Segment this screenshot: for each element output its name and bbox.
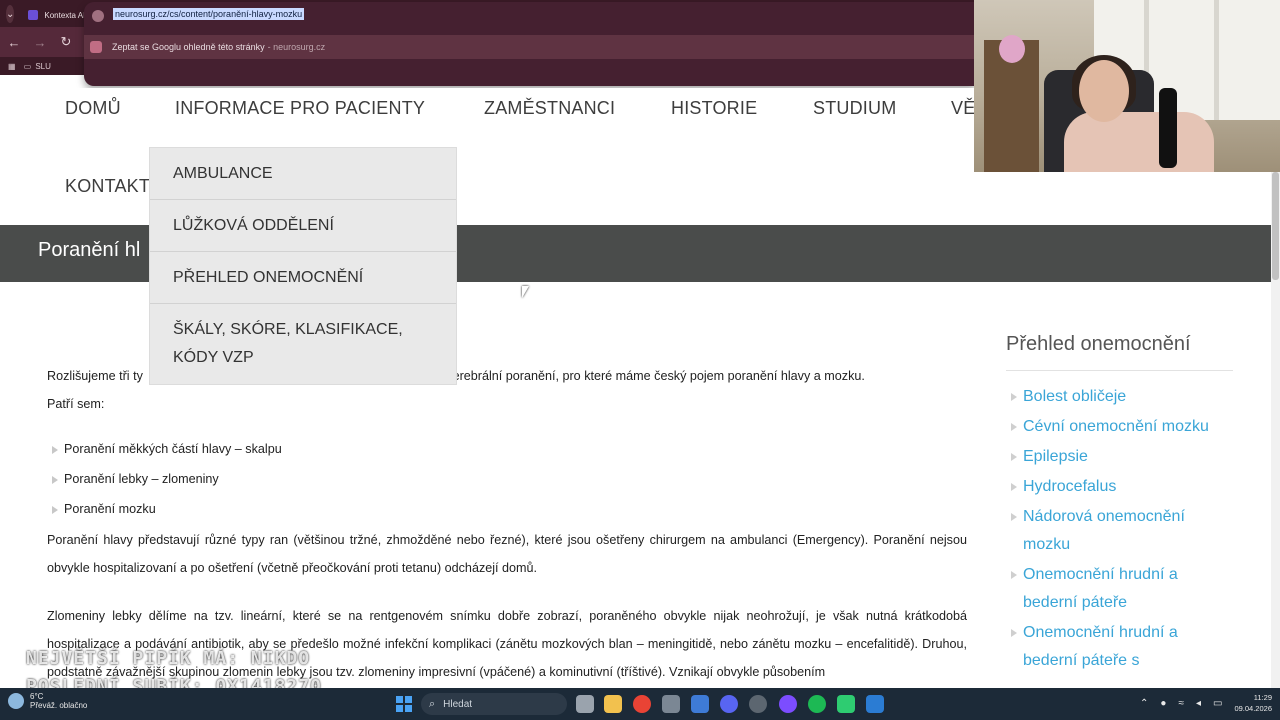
list-item: Poranění lebky – zlomeniny [47, 464, 967, 494]
microphone-icon[interactable]: ● [1160, 698, 1166, 709]
nav-contact[interactable]: KONTAKT [65, 176, 150, 197]
dropdown-diseases[interactable]: PŘEHLED ONEMOCNĚNÍ [150, 252, 456, 304]
intro-start: Rozlišujeme tři ty [47, 369, 143, 383]
taskbar-search[interactable]: ⌕ Hledat [421, 693, 567, 715]
windows-taskbar: 6°C Převáž. oblačno ⌕ Hledat ⌃ ● ≈ ◂ ▭ 1… [0, 688, 1280, 720]
weather-temp: 6°C [30, 692, 44, 701]
back-arrow-icon[interactable]: ← [2, 30, 26, 54]
app-icon[interactable] [837, 695, 855, 713]
address-bar-url[interactable]: neurosurg.cz/cs/content/poranění-hlavy-m… [113, 8, 305, 20]
site-info-icon[interactable] [92, 10, 104, 22]
battery-icon[interactable]: ▭ [1213, 698, 1222, 709]
weather-desc: Převáž. oblačno [30, 701, 88, 710]
intro-end: zev kraniocerebrální poranění, pro které… [388, 369, 865, 383]
apps-grid-icon[interactable]: ▦ [8, 62, 16, 71]
page-title: Poranění hl [38, 239, 141, 261]
diseases-sidebar: Přehled onemocnění Bolest obličeje Cévní… [1006, 333, 1233, 677]
reload-icon[interactable]: ↻ [54, 30, 78, 54]
volume-icon[interactable]: ◂ [1196, 698, 1201, 709]
sidebar-link-brain-tumors[interactable]: Nádorová onemocnění mozku [1006, 503, 1233, 559]
streamer-body [1064, 112, 1214, 172]
paragraph-head-injuries: Poranění hlavy představují různé typy ra… [47, 533, 967, 575]
chevron-up-icon[interactable]: ⌃ [1140, 698, 1148, 709]
omnibox-suggestion[interactable]: Zeptat se Googlu ohledně této stránky - … [84, 35, 975, 59]
webcam-overlay [974, 0, 1280, 172]
nav-home[interactable]: DOMŮ [65, 98, 121, 119]
tab-search-chevron-icon[interactable]: ⌄ [6, 5, 15, 23]
sidebar-link-cerebrovascular[interactable]: Cévní onemocnění mozku [1006, 413, 1233, 441]
dropdown-scales[interactable]: ŠKÁLY, SKÓRE, KLASIFIKACE, KÓDY VZP [150, 304, 456, 384]
word-icon[interactable] [866, 695, 884, 713]
microphone [1159, 88, 1177, 168]
clock[interactable]: 11:29 09.04.2026 [1234, 692, 1272, 714]
google-lens-icon [90, 41, 102, 53]
scrollbar-thumb[interactable] [1272, 172, 1279, 280]
chrome-icon[interactable] [633, 695, 651, 713]
suggestion-text: Zeptat se Googlu ohledně této stránky [112, 42, 265, 52]
weather-widget[interactable]: 6°C Převáž. oblačno [8, 692, 87, 710]
bookmark-folder-label: SLU [35, 61, 51, 71]
injury-types-list: Poranění měkkých částí hlavy – skalpu Po… [47, 434, 967, 524]
dropdown-wards[interactable]: LŮŽKOVÁ ODDĚLENÍ [150, 200, 456, 252]
sidebar-title: Přehled onemocnění [1006, 333, 1233, 371]
nav-history[interactable]: HISTORIE [671, 98, 757, 119]
paragraph-skull-fractures: Zlomeniny lebky dělíme na tzv. lineární,… [47, 609, 967, 679]
stream-overlay-line1: NEJVĚTŠÍ PIPÍK MÁ: NIKDO [26, 648, 311, 669]
clock-time: 11:29 [1253, 693, 1272, 702]
list-item: Poranění mozku [47, 494, 967, 524]
task-view-icon[interactable] [576, 695, 594, 713]
mouse-cursor-icon [522, 286, 529, 298]
suggestion-domain: - neurosurg.cz [267, 42, 326, 52]
forward-arrow-icon[interactable]: → [28, 30, 52, 54]
plush-toy [999, 35, 1025, 63]
weather-cloud-icon [8, 693, 24, 709]
wifi-icon[interactable]: ≈ [1178, 698, 1184, 709]
nav-staff[interactable]: ZAMĚSTNANCI [484, 98, 615, 119]
page-scrollbar[interactable] [1271, 172, 1280, 688]
spotify-icon[interactable] [808, 695, 826, 713]
sidebar-link-spine-instrumentation[interactable]: Onemocnění hrudní a bederní páteře s ins… [1006, 619, 1233, 675]
sidebar-link-spine[interactable]: Onemocnění hrudní a bederní páteře [1006, 561, 1233, 617]
windows-start-icon[interactable] [396, 696, 412, 712]
bookmark-folder[interactable]: ▭ SLU [24, 62, 51, 71]
omnibox-dropdown: neurosurg.cz/cs/content/poranění-hlavy-m… [84, 2, 975, 86]
system-tray: ⌃ ● ≈ ◂ ▭ 11:29 09.04.2026 [1134, 692, 1272, 714]
nav-science[interactable]: VĚ [951, 98, 975, 119]
streamer-face [1079, 60, 1129, 122]
bookmarks-bar: ▦ ▭ SLU [0, 57, 84, 75]
list-item: Poranění měkkých částí hlavy – skalpu [47, 434, 967, 464]
clock-date: 09.04.2026 [1234, 704, 1272, 713]
patient-info-dropdown: AMBULANCE LŮŽKOVÁ ODDĚLENÍ PŘEHLED ONEMO… [149, 147, 457, 385]
nav-study[interactable]: STUDIUM [813, 98, 896, 119]
sidebar-link-epilepsy[interactable]: Epilepsie [1006, 443, 1233, 471]
settings-icon[interactable] [662, 695, 680, 713]
dropdown-ambulance[interactable]: AMBULANCE [150, 148, 456, 200]
nav-patient-info[interactable]: INFORMACE PRO PACIENTY [175, 98, 425, 119]
discord-icon[interactable] [720, 695, 738, 713]
photos-icon[interactable] [691, 695, 709, 713]
file-explorer-icon[interactable] [604, 695, 622, 713]
app-icon[interactable] [749, 695, 767, 713]
intro-line2: Patří sem: [47, 397, 105, 411]
obs-icon[interactable] [779, 695, 797, 713]
sidebar-link-hydrocephalus[interactable]: Hydrocefalus [1006, 473, 1233, 501]
tab-favicon-icon [28, 10, 39, 20]
search-icon: ⌕ [429, 697, 436, 710]
sidebar-list: Bolest obličeje Cévní onemocnění mozku E… [1006, 383, 1233, 675]
window-frame-bar [1214, 0, 1219, 120]
sidebar-link-facial-pain[interactable]: Bolest obličeje [1006, 383, 1233, 411]
search-label: Hledat [443, 698, 473, 710]
